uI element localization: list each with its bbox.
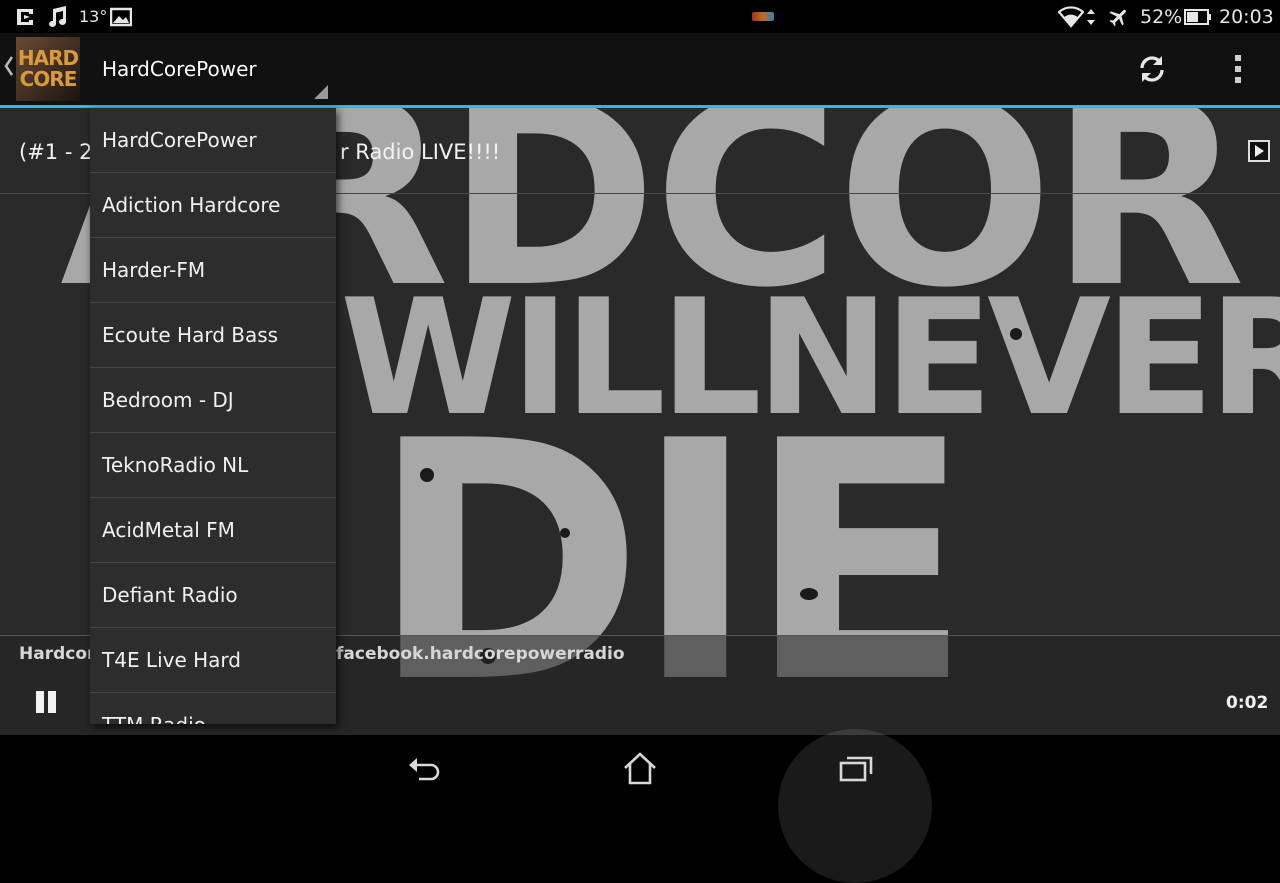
logo-text-bottom: CORE	[19, 67, 78, 91]
station-dropdown: HardCorePower Adiction Hardcore Harder-F…	[90, 108, 336, 724]
grunge-spot	[560, 528, 570, 538]
refresh-button[interactable]	[1128, 45, 1176, 93]
dropdown-item-label: AcidMetal FM	[102, 518, 235, 542]
dropdown-item-label: Bedroom - DJ	[102, 388, 234, 412]
wifi-icon	[1058, 0, 1084, 33]
music-note-icon	[46, 0, 68, 33]
image-icon	[110, 0, 132, 33]
back-icon	[409, 758, 440, 781]
dropdown-item-label: T4E Live Hard	[102, 648, 241, 672]
battery-icon	[1184, 0, 1212, 33]
track-play-button[interactable]	[1248, 140, 1270, 162]
overflow-menu-button[interactable]	[1214, 45, 1262, 93]
dropdown-item-bedroom-dj[interactable]: Bedroom - DJ	[90, 368, 336, 433]
dropdown-item-harder-fm[interactable]: Harder-FM	[90, 238, 336, 303]
temperature-label: 13°	[79, 7, 108, 26]
dropdown-item-label: HardCorePower	[102, 128, 257, 152]
elapsed-time: 0:02	[1226, 693, 1269, 713]
airplane-icon	[1106, 0, 1130, 33]
recent-apps-icon	[839, 756, 873, 782]
dropdown-item-t4e-live-hard[interactable]: T4E Live Hard	[90, 628, 336, 693]
dropdown-item-defiant-radio[interactable]: Defiant Radio	[90, 563, 336, 628]
battery-percent: 52%	[1140, 5, 1183, 28]
pause-icon	[36, 691, 56, 713]
logo-text-top: HARD	[17, 46, 79, 70]
dropdown-item-label: TTM Radio	[90, 713, 206, 724]
data-arrows-icon	[1086, 0, 1096, 33]
overflow-menu-icon	[1235, 55, 1241, 83]
dropdown-item-teknoradio-nl[interactable]: TeknoRadio NL	[90, 433, 336, 498]
dropdown-item-label: Defiant Radio	[102, 583, 238, 607]
station-info-end: facebook.hardcorepowerradio	[336, 644, 625, 664]
grunge-spot	[420, 468, 434, 482]
spinner-triangle-icon	[314, 85, 328, 99]
play-icon	[1255, 145, 1264, 157]
grunge-spot	[800, 588, 818, 600]
recent-apps-button[interactable]	[830, 745, 882, 791]
app-logo[interactable]: HARD CORE	[16, 37, 80, 101]
action-bar: HARD CORE HardCorePower	[0, 33, 1280, 108]
refresh-icon	[1140, 56, 1164, 82]
dropdown-item-label: Harder-FM	[102, 258, 206, 282]
back-button[interactable]	[398, 745, 450, 791]
track-title-end: r Radio LIVE!!!!	[340, 140, 501, 164]
dropdown-item-acidmetal-fm[interactable]: AcidMetal FM	[90, 498, 336, 563]
dropdown-item-label: Ecoute Hard Bass	[102, 323, 279, 347]
dropdown-item-adiction-hardcore[interactable]: Adiction Hardcore	[90, 173, 336, 238]
navigation-bar	[0, 729, 1280, 883]
dropdown-item-label: Adiction Hardcore	[102, 193, 281, 217]
station-spinner[interactable]: HardCorePower	[90, 33, 330, 105]
back-chevron-icon[interactable]	[4, 55, 14, 81]
home-button[interactable]	[614, 745, 666, 791]
clock-time: 20:03	[1219, 5, 1274, 28]
dropdown-item-ttm-radio[interactable]: TTM Radio	[90, 693, 336, 724]
notification-icon	[14, 0, 36, 33]
pause-button[interactable]	[26, 682, 66, 722]
dropdown-item-hardcorepower[interactable]: HardCorePower	[90, 108, 336, 173]
home-icon	[624, 752, 656, 785]
dropdown-item-ecoute-hard-bass[interactable]: Ecoute Hard Bass	[90, 303, 336, 368]
status-indicator-icon	[752, 0, 774, 33]
grunge-spot	[1010, 328, 1022, 340]
dropdown-item-label: TeknoRadio NL	[102, 453, 249, 477]
station-title: HardCorePower	[102, 57, 257, 81]
status-bar: 13° 52% 20:03	[0, 0, 1280, 33]
